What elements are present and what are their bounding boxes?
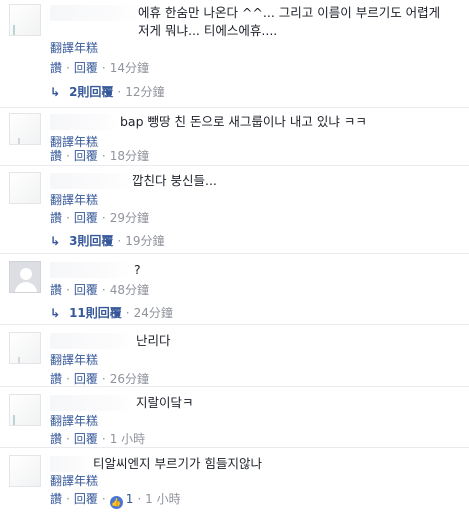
avatar[interactable] [9, 4, 41, 36]
reply-button[interactable]: 回覆 [74, 149, 98, 163]
comment-actions: 讚 · 回覆 · 👍 1 · 1 小時 [50, 492, 181, 509]
reply-button[interactable]: 回覆 [74, 432, 98, 446]
avatar[interactable] [9, 113, 41, 145]
timestamp[interactable]: 18分鐘 [110, 149, 149, 163]
like-button[interactable]: 讚 [50, 149, 62, 163]
translate-link[interactable]: 翻譯年糕 [50, 192, 98, 208]
author-name[interactable] [50, 114, 120, 130]
comment-actions: 讚 · 回覆 · 1 小時 [50, 432, 146, 446]
comment-list: 에휴 한숨만 나온다 ^^... 그리고 이름이 부르기도 어렵게 저게 뭐냐.… [0, 0, 469, 516]
avatar[interactable] [9, 332, 41, 364]
like-button[interactable]: 讚 [50, 211, 62, 225]
divider [0, 165, 469, 166]
timestamp[interactable]: 26分鐘 [110, 372, 149, 386]
replies-timestamp: 24分鐘 [133, 306, 173, 320]
divider [0, 253, 469, 254]
avatar[interactable] [9, 394, 41, 426]
view-replies: ↳ 3則回覆 · 19分鐘 [50, 234, 165, 248]
reply-arrow-icon: ↳ [50, 85, 61, 99]
comment-text: 난리다 [136, 333, 171, 348]
view-replies-link[interactable]: 11則回覆 [69, 306, 122, 320]
like-button[interactable]: 讚 [50, 432, 62, 446]
timestamp[interactable]: 14分鐘 [110, 61, 149, 75]
timestamp[interactable]: 1 小時 [110, 432, 145, 446]
like-button[interactable]: 讚 [50, 283, 62, 297]
reply-button[interactable]: 回覆 [74, 492, 98, 506]
author-name[interactable] [50, 456, 90, 472]
like-button[interactable]: 讚 [50, 492, 62, 506]
reply-button[interactable]: 回覆 [74, 61, 98, 75]
view-replies-link[interactable]: 3則回覆 [69, 234, 113, 248]
comment-text: ? [134, 262, 141, 277]
author-name[interactable] [50, 5, 138, 21]
author-name[interactable] [50, 262, 130, 278]
reply-button[interactable]: 回覆 [74, 372, 98, 386]
like-button[interactable]: 讚 [50, 372, 62, 386]
avatar[interactable] [9, 455, 41, 487]
avatar[interactable] [9, 172, 41, 204]
divider [0, 107, 469, 108]
divider [0, 324, 469, 325]
author-name[interactable] [50, 333, 134, 349]
comment-actions: 讚 · 回覆 · 26分鐘 [50, 372, 149, 386]
comment-actions: 讚 · 回覆 · 48分鐘 [50, 283, 149, 297]
divider [0, 386, 469, 387]
translate-link[interactable]: 翻譯年糕 [50, 40, 98, 56]
timestamp[interactable]: 1 小時 [145, 492, 180, 506]
comment-text: 지랄이닼ㅋ [136, 395, 194, 410]
reply-arrow-icon: ↳ [50, 306, 61, 320]
comment-actions: 讚 · 回覆 · 14分鐘 [50, 61, 149, 75]
timestamp[interactable]: 29分鐘 [110, 211, 149, 225]
comment-text: 깝친다 붕신들... [132, 173, 217, 188]
comment-actions: 讚 · 回覆 · 18分鐘 [50, 149, 149, 163]
comment-text: bap 뺑땅 친 돈으로 새그룹이나 내고 있냐 ㅋㅋ [120, 114, 367, 129]
comment-text: 에휴 한숨만 나온다 ^^... 그리고 이름이 부르기도 어렵게 저게 뭐냐.… [138, 5, 441, 38]
translate-link[interactable]: 翻譯年糕 [50, 352, 98, 368]
author-name[interactable] [50, 395, 134, 411]
comment-actions: 讚 · 回覆 · 29分鐘 [50, 211, 149, 225]
view-replies-link[interactable]: 2則回覆 [69, 85, 113, 99]
timestamp[interactable]: 48分鐘 [110, 283, 149, 297]
translate-link[interactable]: 翻譯年糕 [50, 413, 98, 429]
reply-button[interactable]: 回覆 [74, 283, 98, 297]
divider [0, 447, 469, 448]
replies-timestamp: 19分鐘 [125, 234, 165, 248]
translate-link[interactable]: 翻譯年糕 [50, 473, 98, 489]
avatar[interactable] [9, 261, 41, 293]
author-name[interactable] [50, 173, 130, 189]
view-replies: ↳ 11則回覆 · 24分鐘 [50, 306, 173, 320]
comment-text: 티알씨엔지 부르기가 힘들지않나 [93, 456, 262, 471]
reply-button[interactable]: 回覆 [74, 211, 98, 225]
like-button[interactable]: 讚 [50, 61, 62, 75]
view-replies: ↳ 2則回覆 · 12分鐘 [50, 85, 165, 99]
reply-arrow-icon: ↳ [50, 234, 61, 248]
replies-timestamp: 12分鐘 [125, 85, 165, 99]
like-reaction-icon[interactable]: 👍 [109, 496, 123, 509]
